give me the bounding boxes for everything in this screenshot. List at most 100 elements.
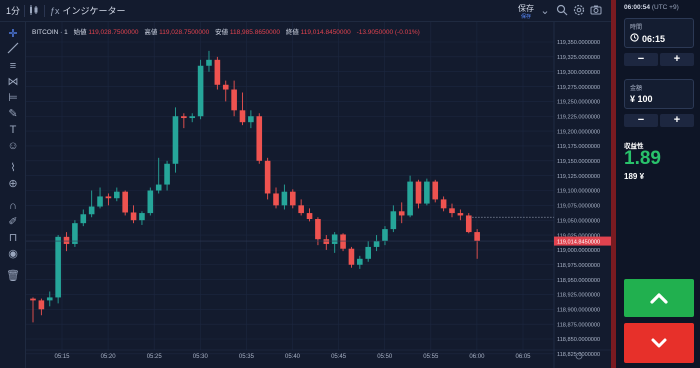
amount-field[interactable]: 金額 ¥ 100 xyxy=(624,79,694,109)
candle-body xyxy=(248,116,254,123)
price-tick-label: 119,050.0000000 xyxy=(557,218,600,224)
emoji-icon[interactable]: ☺ xyxy=(5,138,21,154)
price-tick-label: 119,300.0000000 xyxy=(557,70,600,76)
pencil-lock-icon[interactable]: ✐ xyxy=(5,214,21,230)
chevron-down-icon xyxy=(651,338,667,348)
time-tick-label: 06:00 xyxy=(469,354,485,360)
crosshair-icon[interactable]: ✛ xyxy=(5,26,21,42)
amount-minus-button[interactable]: − xyxy=(624,114,658,127)
time-label: 時間 xyxy=(630,25,643,31)
fib-lines-icon[interactable]: ≡ xyxy=(5,58,21,74)
price-tick-label: 119,000.0000000 xyxy=(557,248,600,254)
candle-body xyxy=(189,116,196,119)
time-plus-button[interactable]: + xyxy=(660,53,694,66)
time-value: 06:15 xyxy=(642,33,666,44)
brush-icon[interactable]: ✎ xyxy=(5,106,21,122)
trend-line-icon[interactable] xyxy=(5,42,21,58)
expiry-time-field[interactable]: 時間 06:15 xyxy=(624,18,694,48)
indicators-label: インジケーター xyxy=(62,6,126,16)
price-tick-label: 119,175.0000000 xyxy=(557,144,600,150)
candle-body xyxy=(306,213,313,220)
gear-icon[interactable] xyxy=(572,4,586,18)
call-up-button[interactable] xyxy=(624,279,694,317)
trash-icon[interactable]: 🗑 xyxy=(5,268,21,284)
candle-body xyxy=(80,214,87,224)
price-tick-label: 118,975.0000000 xyxy=(557,263,600,269)
drawing-toolbar: ✛ ≡ ⋈ ⊨ ✎ T ☺ ⌇ ⊕ ∩ ✐ ⊓ ◉ 🗑 xyxy=(0,22,26,368)
time-tick-label: 05:50 xyxy=(377,354,393,360)
amount-plus-button[interactable]: + xyxy=(660,114,694,127)
eye-icon[interactable]: ◉ xyxy=(5,246,21,262)
close-label: 終値 xyxy=(285,29,299,36)
timeframe-selector[interactable]: 1分 xyxy=(6,4,20,17)
candle-body xyxy=(164,163,170,185)
top-toolbar: 1分 ƒx インジケーター 保存 保存 ⌄ xyxy=(0,0,611,22)
candle-body xyxy=(181,116,187,119)
candle-body xyxy=(273,193,279,206)
close-value: 119,014.8450000 xyxy=(300,29,351,36)
save-sublabel: 保存 xyxy=(520,14,531,20)
payout-amount: 189 ¥ xyxy=(624,172,645,181)
open-label: 始値 xyxy=(73,29,87,36)
chart-canvas[interactable]: 119,350.0000000 119,325.0000000 119,300.00… xyxy=(26,22,611,368)
text-icon[interactable]: T xyxy=(5,122,21,138)
time-tick-label: 05:55 xyxy=(423,354,439,360)
price-tick-label: 119,150.0000000 xyxy=(557,159,600,165)
candle-body xyxy=(407,181,413,216)
lock-icon[interactable]: ⊓ xyxy=(5,230,21,246)
price-tick-label: 119,350.0000000 xyxy=(557,40,600,46)
chevron-down-icon[interactable]: ⌄ xyxy=(538,4,552,18)
price-tick-label: 119,100.0000000 xyxy=(557,189,600,195)
candle-body xyxy=(298,205,304,214)
save-button[interactable]: 保存 保存 xyxy=(518,3,534,20)
put-down-button[interactable] xyxy=(624,323,694,363)
toolbar-divider xyxy=(24,5,25,17)
toolbar-divider xyxy=(44,5,45,17)
price-chart[interactable]: 119,350.0000000 119,325.0000000 119,300.00… xyxy=(26,22,611,368)
indicators-button[interactable]: ƒx インジケーター xyxy=(50,4,126,17)
candle-body xyxy=(214,59,221,85)
magnet-icon[interactable]: ∩ xyxy=(5,198,21,214)
price-tick-label: 119,325.0000000 xyxy=(557,55,600,61)
camera-icon[interactable] xyxy=(589,4,603,18)
candle-body xyxy=(88,206,95,215)
candle-body xyxy=(147,190,154,214)
time-tick-label: 05:25 xyxy=(147,354,163,360)
price-tick-label: 119,225.0000000 xyxy=(557,114,600,120)
ruler-icon[interactable]: ⌇ xyxy=(5,160,21,176)
candle-body xyxy=(440,199,447,209)
candle-body xyxy=(424,181,430,204)
candle-body xyxy=(231,89,237,111)
candle-body xyxy=(340,234,346,249)
price-tick-label: 119,275.0000000 xyxy=(557,85,600,91)
candle-body xyxy=(122,191,128,213)
search-icon[interactable] xyxy=(555,4,569,18)
time-tick-label: 05:20 xyxy=(101,354,117,360)
price-tick-label: 118,875.0000000 xyxy=(557,322,600,328)
time-tick-label: 05:40 xyxy=(285,354,301,360)
candle-body xyxy=(348,248,355,265)
chart-type-icon[interactable] xyxy=(27,4,41,18)
candle-body xyxy=(239,110,246,123)
pattern-icon[interactable]: ⋈ xyxy=(5,74,21,90)
candle-body xyxy=(55,236,61,298)
candle-body xyxy=(281,191,288,206)
zoom-in-icon[interactable]: ⊕ xyxy=(5,176,21,192)
time-tick-label: 05:45 xyxy=(331,354,347,360)
prediction-icon[interactable]: ⊨ xyxy=(5,90,21,106)
candle-body xyxy=(373,240,380,247)
candle-body xyxy=(155,184,162,191)
trade-panel: 06:00:54 (UTC +9) 時間 06:15 − + 金額 ¥ 100 … xyxy=(616,0,700,368)
trading-app: 1分 ƒx インジケーター 保存 保存 ⌄ ✛ ≡ ⋈ ⊨ ✎ T ☺ ⌇ ⊕ … xyxy=(0,0,700,368)
price-tick-label: 119,200.0000000 xyxy=(557,129,600,135)
low-value: 118,985.8650000 xyxy=(229,29,281,36)
candle-body xyxy=(30,298,36,301)
candle-body xyxy=(449,208,455,214)
amount-value: ¥ 100 xyxy=(630,94,653,104)
candle-body xyxy=(323,239,330,244)
time-minus-button[interactable]: − xyxy=(624,53,658,66)
timeframe-label: 1分 xyxy=(6,6,21,16)
candle-body xyxy=(331,234,338,244)
candle-body xyxy=(264,160,271,194)
time-tick-label: 06:05 xyxy=(515,354,531,360)
